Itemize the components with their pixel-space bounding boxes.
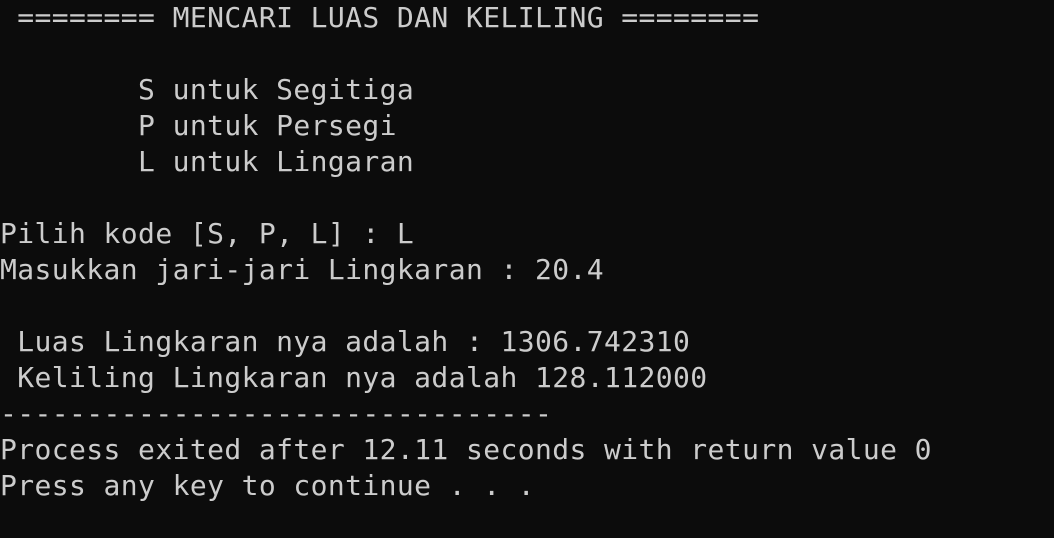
area-result: Luas Lingkaran nya adalah : 1306.742310 [0,325,691,358]
console-window[interactable]: ======== MENCARI LUAS DAN KELILING =====… [0,0,1054,538]
title-banner: ======== MENCARI LUAS DAN KELILING =====… [0,1,760,34]
perimeter-result: Keliling Lingkaran nya adalah 128.112000 [0,361,708,394]
menu-option-persegi: P untuk Persegi [0,109,397,142]
process-exit-message: Process exited after 12.11 seconds with … [0,433,932,466]
separator-line: -------------------------------- [0,397,553,430]
radius-prompt: Masukkan jari-jari Lingkaran : 20.4 [0,253,605,286]
continue-prompt: Press any key to continue . . . [0,469,535,502]
code-prompt: Pilih kode [S, P, L] : L [0,217,415,250]
menu-option-segitiga: S untuk Segitiga [0,73,415,106]
menu-option-lingaran: L untuk Lingaran [0,145,415,178]
